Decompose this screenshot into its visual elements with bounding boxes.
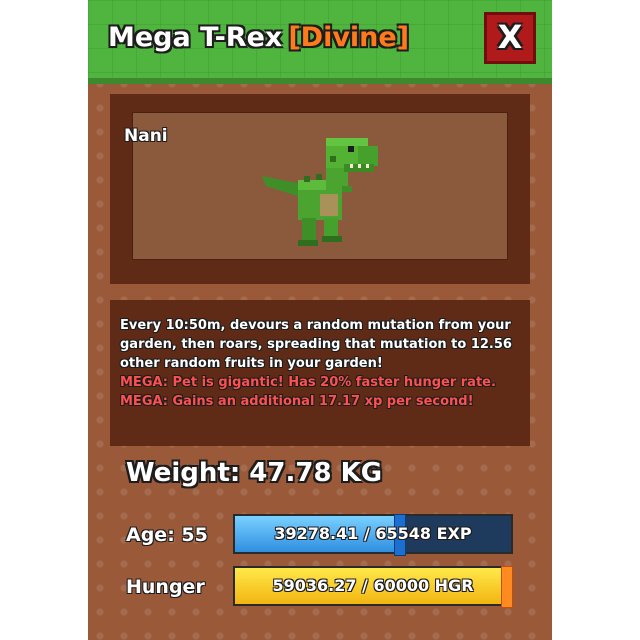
ability-description: Every 10:50m, devours a random mutation … <box>120 318 512 371</box>
trex-model-icon <box>262 138 378 246</box>
pet-species: Mega T-Rex <box>108 22 283 53</box>
hunger-label: Hunger <box>126 576 205 598</box>
mega-line: MEGA: Pet is gigantic! Has 20% faster hu… <box>120 375 496 390</box>
pet-info-panel: Mega T-Rex [Divine] X Nani Every 10:50m,… <box>88 0 552 640</box>
close-icon: X <box>497 18 523 56</box>
pet-title: Mega T-Rex [Divine] <box>108 22 409 53</box>
exp-text: 39278.41 / 65548 EXP <box>274 524 472 543</box>
mega-line: MEGA: Gains an additional 17.17 xp per s… <box>120 394 474 409</box>
hunger-text: 59036.27 / 60000 HGR <box>272 576 474 595</box>
exp-bar: 39278.41 / 65548 EXP <box>233 514 513 556</box>
panel-header: Mega T-Rex [Divine] X <box>88 0 552 84</box>
pet-name: Nani <box>124 126 168 146</box>
description-box: Every 10:50m, devours a random mutation … <box>110 300 530 446</box>
rarity-label: [Divine] <box>288 22 410 53</box>
age-label: Age: 55 <box>126 524 208 546</box>
close-button[interactable]: X <box>484 12 536 64</box>
hunger-bar: 59036.27 / 60000 HGR <box>233 566 513 608</box>
weight-label: Weight: 47.78 KG <box>126 458 383 488</box>
